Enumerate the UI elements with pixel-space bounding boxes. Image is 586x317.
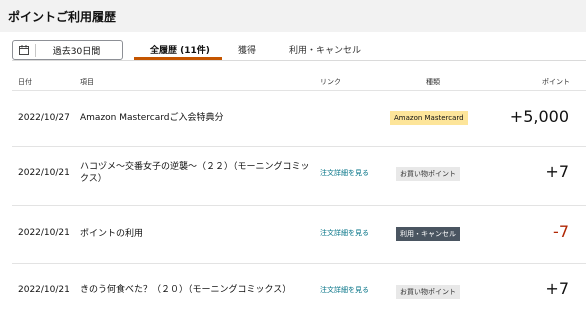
row-divider [12, 146, 586, 147]
row-date: 2022/10/21 [18, 168, 70, 178]
row-item: きのう何食べた？（２０）（モーニングコミックス） [80, 285, 292, 295]
row-points: +5,000 [509, 107, 569, 126]
row-divider [12, 263, 586, 264]
header-divider [12, 90, 586, 91]
row-item: ハコヅメ～交番女子の逆襲～（２２）（モーニングコミックス） [80, 162, 310, 184]
page-title: ポイントご利用履歴 [8, 10, 117, 24]
row-points: +7 [545, 162, 569, 181]
row-date: 2022/10/21 [18, 228, 70, 238]
column-header-link: リンク [320, 78, 341, 86]
date-range-label: 過去30日間 [52, 46, 101, 57]
type-badge: Amazon Mastercard [390, 111, 468, 125]
row-item: Amazon Mastercardご入会特典分 [80, 113, 224, 123]
column-header-type: 種類 [426, 78, 440, 86]
row-points: -7 [553, 222, 569, 241]
row-date: 2022/10/21 [18, 285, 70, 295]
order-details-link[interactable]: 注文詳細を見る [320, 227, 372, 239]
tabs-divider [12, 60, 586, 61]
type-badge: お買い物ポイント [396, 167, 460, 181]
row-item: ポイントの利用 [80, 229, 144, 239]
tab-earned[interactable]: 獲得 [238, 43, 256, 56]
order-details-link[interactable]: 注文詳細を見る [320, 167, 372, 179]
order-details-link[interactable]: 注文詳細を見る [320, 284, 372, 296]
column-header-points: ポイント [542, 78, 570, 86]
row-date: 2022/10/27 [18, 113, 70, 123]
column-header-item: 項目 [80, 78, 94, 86]
row-points: +7 [545, 279, 569, 298]
header-bar: ポイントご利用履歴 [0, 0, 586, 32]
row-divider [12, 205, 586, 206]
tab-all-history[interactable]: 全履歴 (11件) [150, 43, 210, 56]
column-header-date: 日付 [18, 78, 32, 86]
tab-use-cancel[interactable]: 利用・キャンセル [289, 43, 361, 56]
date-range-button[interactable]: 過去30日間 [12, 40, 123, 60]
type-badge: お買い物ポイント [396, 285, 460, 299]
type-badge: 利用・キャンセル [396, 227, 460, 241]
